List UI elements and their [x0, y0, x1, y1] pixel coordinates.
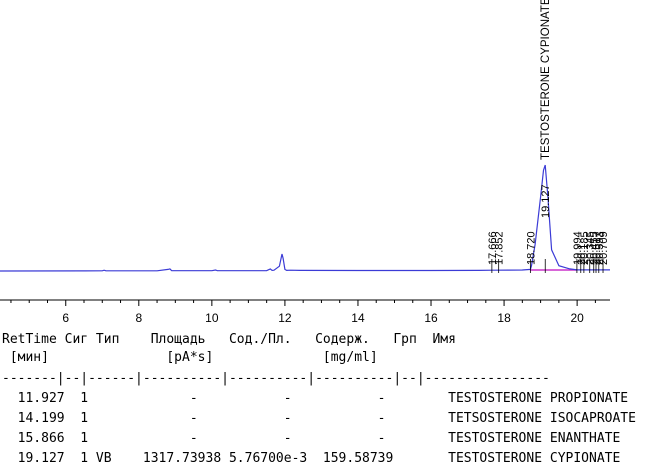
- peak-label: 18.720: [525, 231, 537, 265]
- x-tick-label: 20: [570, 311, 584, 325]
- x-tick-label: 16: [424, 311, 438, 325]
- report-table: RetTime Сиг Тип Площадь Сод./Пл. Содерж.…: [2, 332, 636, 466]
- peak-label: 17.852: [494, 231, 506, 265]
- x-tick-label: 12: [278, 311, 292, 325]
- chromatogram-trace: [0, 164, 610, 272]
- x-tick-label: 8: [135, 311, 142, 325]
- report-row: 11.927 1 - - - TESTOSTERONE PROPIONATE: [2, 391, 628, 406]
- x-tick-label: 6: [62, 311, 69, 325]
- report-row: 19.127 1 VB 1317.73938 5.76700e-3 159.58…: [2, 451, 620, 466]
- report-separator: -------|--|------|----------|----------|…: [2, 371, 550, 386]
- compound-label: TESTOSTERONE CYPIONATE: [540, 0, 552, 160]
- plot-area: 6 8 10 12 14 16 18 2017.66617.852 18.72019.12719…: [0, 0, 610, 325]
- report-row: 15.866 1 - - - TESTOSTERONE ENANTHATE: [2, 431, 620, 446]
- peak-label: 20.709: [598, 231, 610, 265]
- x-tick-label: 14: [351, 311, 365, 325]
- x-tick-label: 18: [497, 311, 511, 325]
- report-header-2: [мин] [pA*s] [mg/ml]: [2, 350, 378, 365]
- chromatogram: 6 8 10 12 14 16 18 2017.66617.852 18.72019.12719…: [0, 0, 636, 466]
- x-tick-label: 10: [205, 311, 219, 325]
- report-row: 14.199 1 - - - TETSOSTERONE ISOCAPROATE: [2, 411, 636, 426]
- peak-label: 19.127: [540, 184, 552, 218]
- report-header-1: RetTime Сиг Тип Площадь Сод./Пл. Содерж.…: [2, 332, 456, 347]
